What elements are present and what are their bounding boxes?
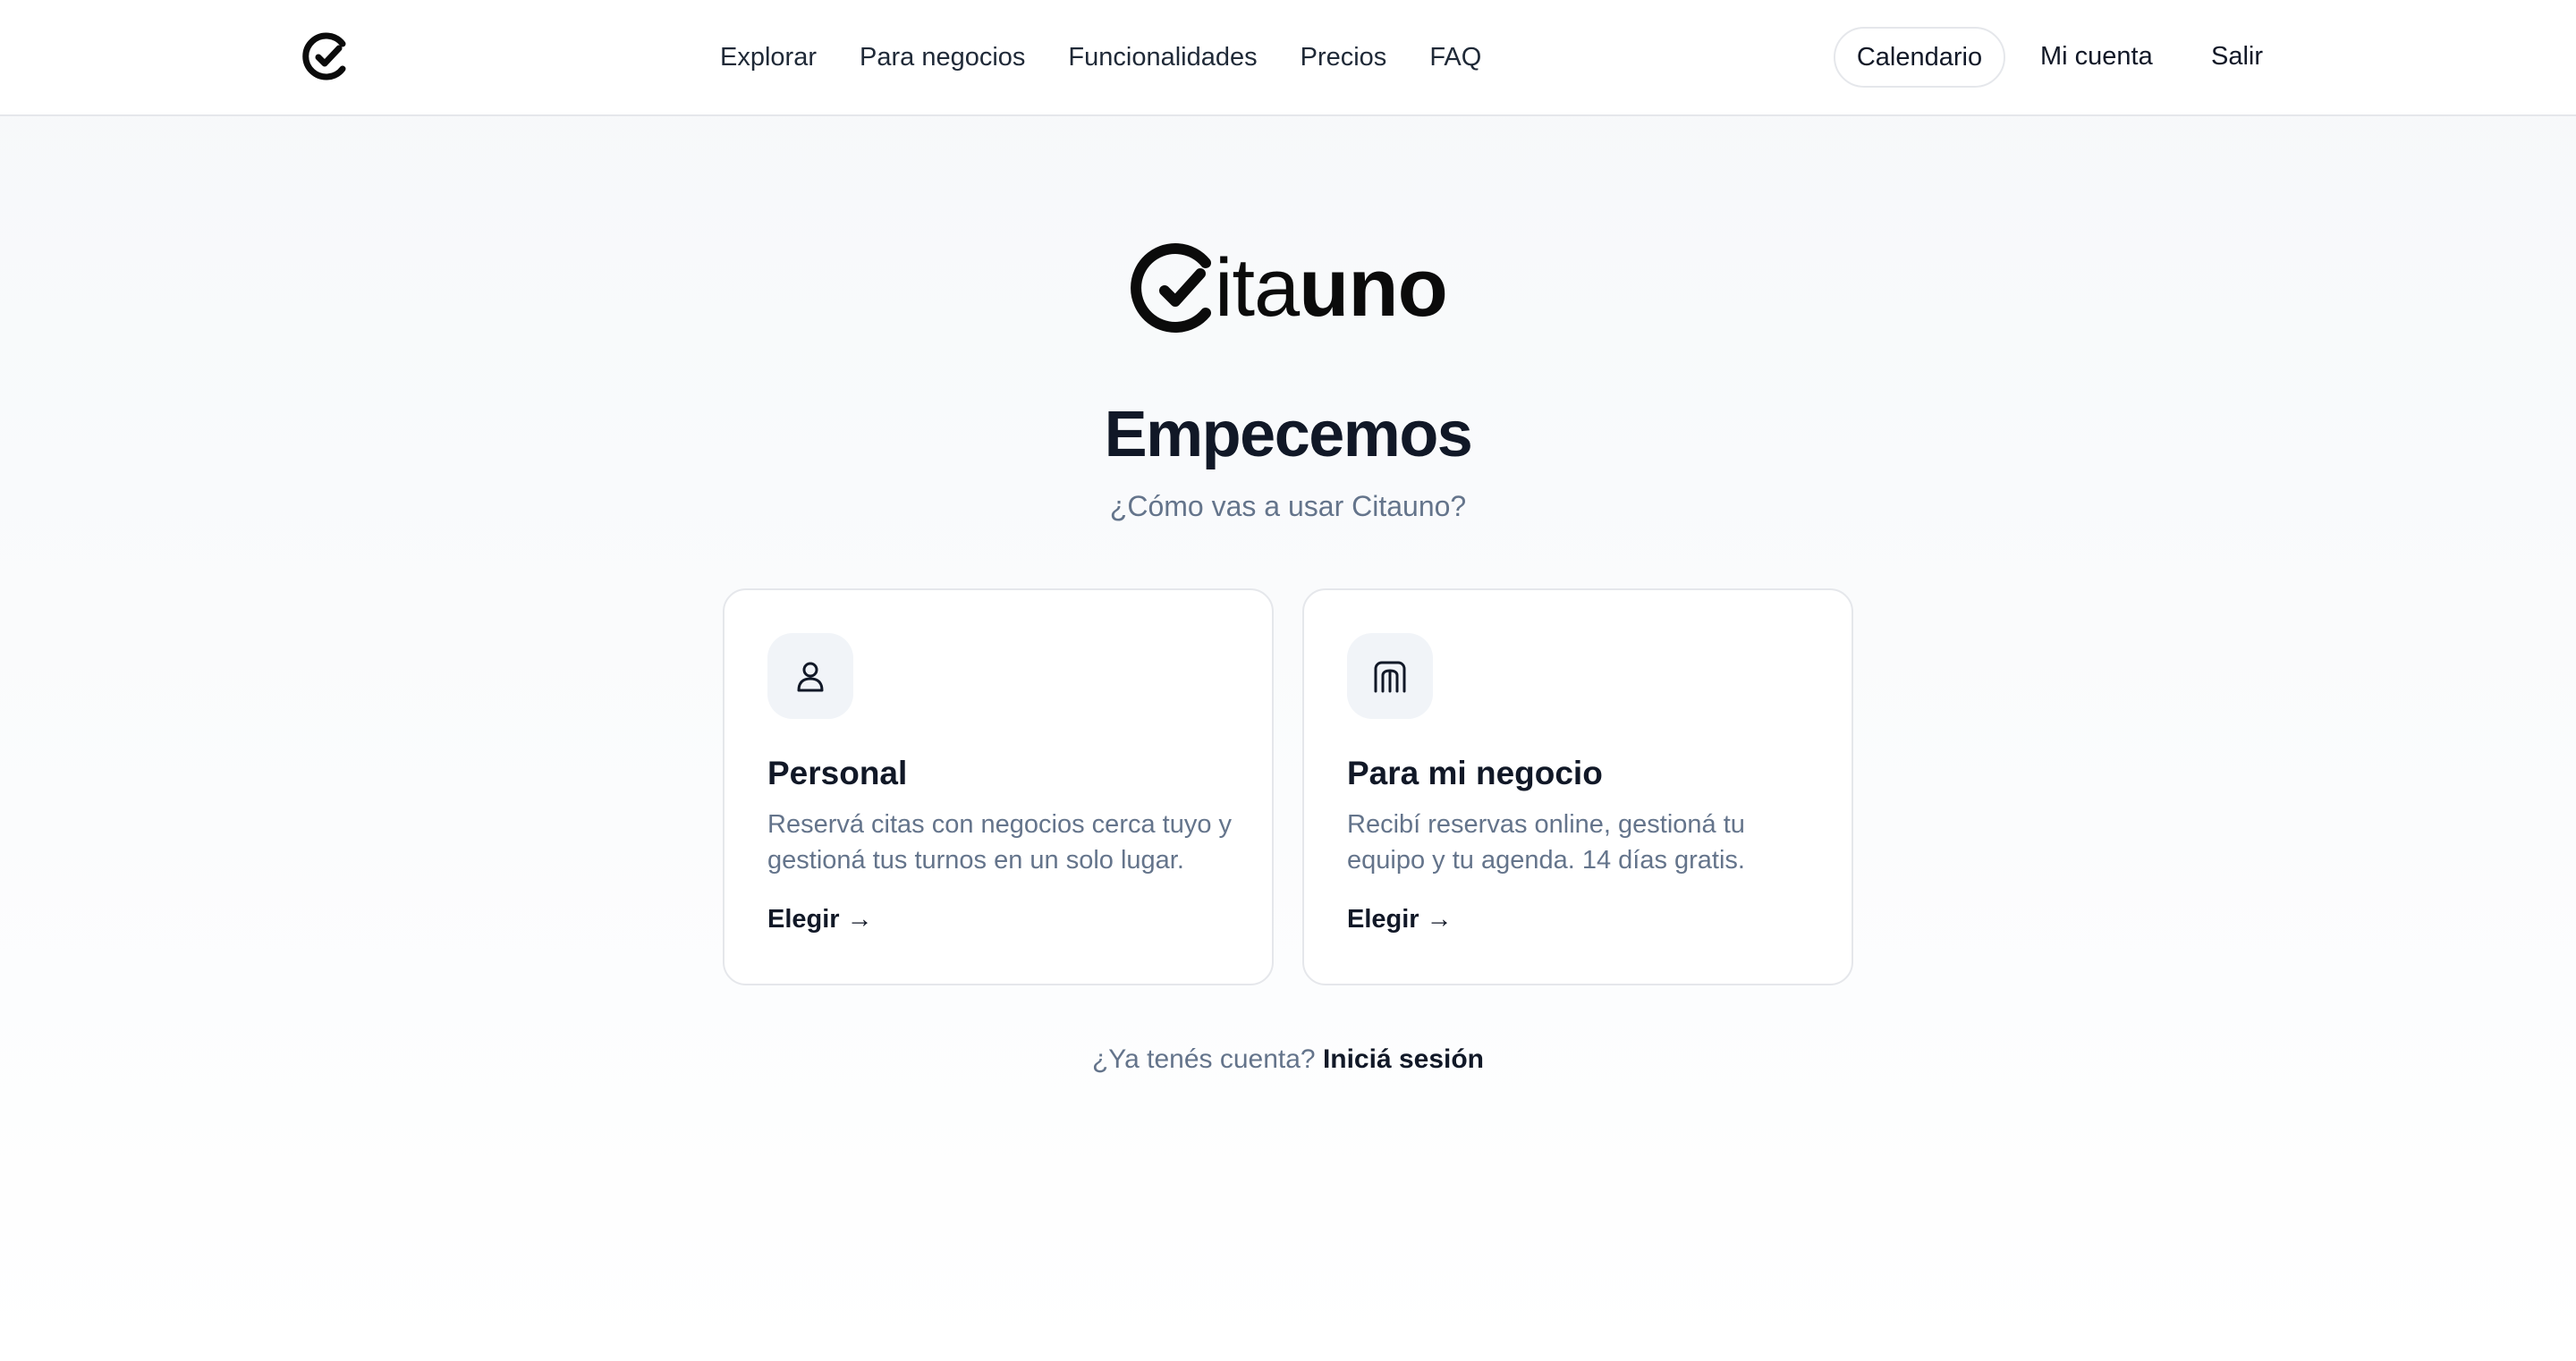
nav-link-explorar[interactable]: Explorar [720,43,817,72]
brand-wordmark-light: ita [1215,242,1300,334]
top-navigation-bar: Explorar Para negocios Funcionalidades P… [0,0,2576,116]
card-description: Reservá citas con negocios cerca tuyo y … [767,810,1233,875]
login-question: ¿Ya tenés cuenta? [1091,1044,1316,1074]
brand-wordmark: itauno [1215,241,1448,334]
card-description: Recibí reservas online, gestioná tu equi… [1347,810,1745,875]
user-icon [767,633,853,719]
page-subtitle: ¿Cómo vas a usar Citauno? [1109,490,1467,522]
choose-personal-link[interactable]: Elegir → [767,905,873,934]
nav-link-funcionalidades[interactable]: Funcionalidades [1068,43,1257,72]
page-title: Empecemos [1104,399,1473,470]
brand-wordmark-bold: uno [1299,242,1448,334]
nav-link-faq[interactable]: FAQ [1429,43,1481,72]
calendar-button[interactable]: Calendario [1834,27,2005,88]
option-card-personal[interactable]: Personal Reservá citas con negocios cerc… [723,588,1274,985]
option-card-business[interactable]: Para mi negocio Recibí reservas online, … [1302,588,1853,985]
primary-nav: Explorar Para negocios Funcionalidades P… [720,0,1481,114]
login-prompt: ¿Ya tenés cuenta? Iniciá sesión [0,1044,2576,1075]
nav-link-precios[interactable]: Precios [1301,43,1387,72]
building-icon [1347,633,1433,719]
card-title: Personal [767,755,908,791]
logout-link[interactable]: Salir [2211,42,2263,72]
login-link[interactable]: Iniciá sesión [1323,1044,1484,1074]
brand-logo: itauno [1129,241,1451,334]
citauno-check-icon[interactable] [301,31,351,81]
citauno-logo-c-check-icon [1131,243,1211,333]
card-title: Para mi negocio [1347,755,1603,791]
my-account-link[interactable]: Mi cuenta [2040,42,2153,72]
choose-business-link[interactable]: Elegir → [1347,905,1453,934]
nav-link-para-negocios[interactable]: Para negocios [860,43,1025,72]
